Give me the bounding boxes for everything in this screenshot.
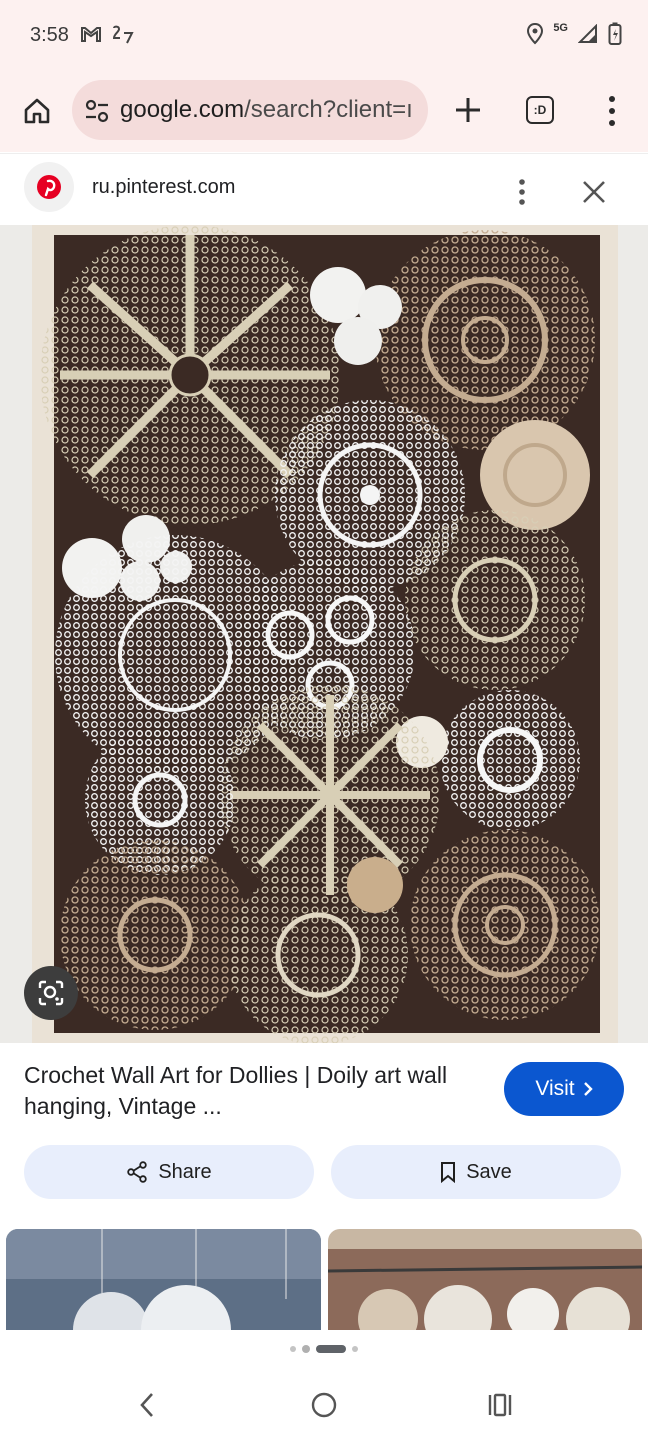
overflow-menu-icon[interactable] (600, 94, 624, 128)
source-site-name[interactable]: ru.pinterest.com (92, 176, 235, 199)
doily-artwork-image (0, 225, 648, 1043)
related-thumbnail-2 (328, 1229, 642, 1330)
location-icon (527, 23, 544, 45)
home-nav-icon[interactable] (310, 1390, 338, 1420)
data-transfer-icon (112, 25, 134, 44)
site-avatar[interactable] (24, 162, 74, 212)
gmail-icon (81, 27, 101, 42)
signal-icon (578, 24, 597, 43)
battery-charging-icon (608, 22, 622, 45)
url-path: /search?client=ı (244, 96, 413, 123)
chevron-right-icon (583, 1082, 593, 1096)
url-text[interactable]: google.com/search?client=ı (120, 96, 413, 124)
home-button[interactable] (18, 92, 56, 130)
recents-icon[interactable] (486, 1392, 514, 1418)
visit-label: Visit (535, 1077, 575, 1100)
more-options-icon[interactable] (512, 178, 532, 208)
share-button[interactable]: Share (24, 1145, 314, 1199)
address-bar[interactable]: google.com/search?client=ı (72, 80, 428, 140)
bookmark-icon (441, 1162, 456, 1183)
source-bar: ru.pinterest.com (0, 153, 648, 225)
pager-dot[interactable] (352, 1346, 358, 1352)
status-bar: 3:58 5G (0, 0, 648, 72)
related-image-2[interactable] (328, 1229, 642, 1330)
related-image-1[interactable] (6, 1229, 321, 1330)
tab-switcher-button[interactable]: :D (526, 96, 554, 124)
home-icon (24, 98, 50, 124)
network-type: 5G (553, 22, 568, 34)
share-label: Share (158, 1160, 212, 1183)
save-button[interactable]: Save (331, 1145, 621, 1199)
browser-toolbar: google.com/search?client=ı :D (0, 72, 648, 152)
related-thumbnail-1 (6, 1229, 321, 1330)
pager-dot[interactable] (302, 1345, 310, 1353)
share-icon (127, 1161, 148, 1183)
new-tab-icon[interactable] (448, 90, 488, 130)
status-time: 3:58 (30, 24, 69, 46)
back-icon[interactable] (134, 1390, 162, 1420)
close-icon[interactable] (580, 178, 608, 206)
carousel-pager (0, 1342, 648, 1356)
site-settings-icon[interactable] (84, 98, 110, 124)
save-label: Save (466, 1160, 512, 1183)
result-title[interactable]: Crochet Wall Art for Dollies | Doily art… (24, 1060, 474, 1122)
result-image[interactable] (0, 225, 648, 1043)
url-host: google.com (120, 96, 245, 123)
google-lens-icon (38, 980, 64, 1006)
pager-dot[interactable] (290, 1346, 296, 1352)
tab-count: :D (533, 103, 547, 117)
pinterest-logo-icon (37, 175, 61, 199)
visit-button[interactable]: Visit (504, 1062, 624, 1116)
lens-button[interactable] (24, 966, 78, 1020)
pager-dot-active[interactable] (316, 1345, 346, 1353)
system-nav-bar (0, 1370, 648, 1440)
